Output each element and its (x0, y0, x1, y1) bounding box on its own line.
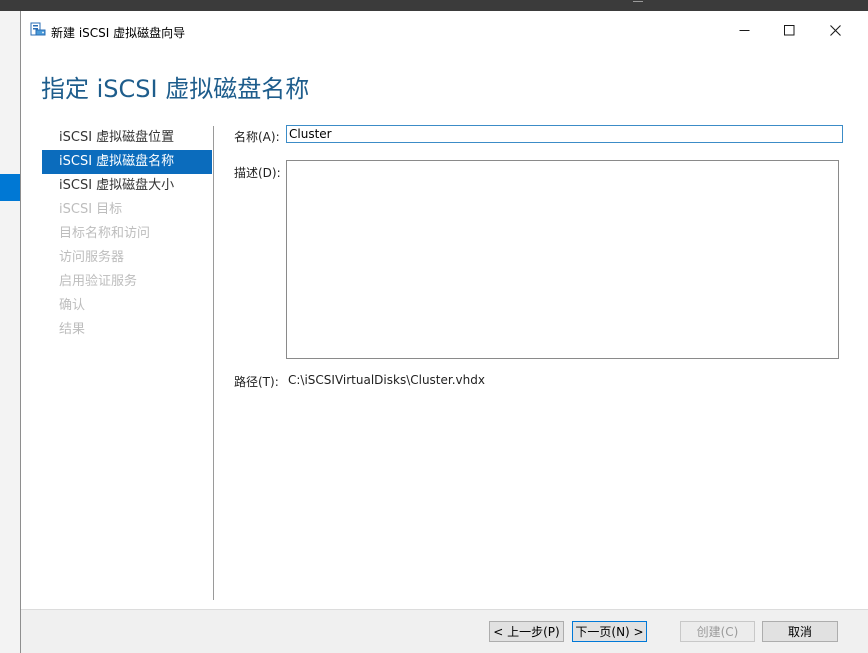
path-value: C:\iSCSIVirtualDisks\Cluster.vhdx (288, 373, 485, 387)
step-confirmation: 确认 (59, 298, 86, 313)
name-label: 名称(A): (234, 130, 280, 144)
wizard-app-icon (30, 22, 46, 36)
maximize-icon (783, 24, 795, 40)
step-target-name-access: 目标名称和访问 (59, 226, 151, 241)
background-strip-mark (633, 1, 643, 2)
cancel-button[interactable]: 取消 (762, 621, 838, 642)
background-selected-item (0, 174, 20, 201)
maximize-button[interactable] (766, 20, 812, 44)
page-title: 指定 iSCSI 虚拟磁盘名称 (41, 75, 310, 103)
path-label: 路径(T): (234, 375, 279, 389)
wizard-window: 新建 iSCSI 虚拟磁盘向导 指定 iSCSI 虚拟磁盘名称 iSCSI 虚拟… (20, 11, 868, 653)
step-enable-authentication: 启用验证服务 (59, 274, 138, 289)
step-iscsi-target: iSCSI 目标 (59, 202, 123, 217)
step-disk-size[interactable]: iSCSI 虚拟磁盘大小 (42, 174, 212, 198)
step-disk-name[interactable]: iSCSI 虚拟磁盘名称 (42, 150, 212, 174)
close-button[interactable] (812, 20, 858, 44)
background-taskbar-strip (0, 0, 868, 11)
previous-button[interactable]: < 上一步(P) (489, 621, 564, 642)
step-results: 结果 (59, 322, 86, 337)
step-access-servers: 访问服务器 (59, 250, 125, 265)
step-disk-location[interactable]: iSCSI 虚拟磁盘位置 (42, 126, 212, 150)
wizard-step-list: iSCSI 虚拟磁盘位置 iSCSI 虚拟磁盘名称 iSCSI 虚拟磁盘大小 i… (42, 126, 212, 342)
steps-divider (213, 126, 214, 600)
create-button: 创建(C) (680, 621, 755, 642)
name-input[interactable] (286, 125, 843, 143)
minimize-icon (739, 25, 750, 40)
description-label: 描述(D): (234, 166, 281, 180)
background-window-edge (0, 11, 20, 653)
title-bar[interactable]: 新建 iSCSI 虚拟磁盘向导 (21, 11, 868, 42)
window-title: 新建 iSCSI 虚拟磁盘向导 (51, 26, 186, 40)
description-input[interactable] (286, 160, 839, 359)
next-button[interactable]: 下一页(N) > (572, 621, 647, 642)
close-icon (829, 24, 841, 40)
button-bar: < 上一步(P) 下一页(N) > 创建(C) 取消 (21, 609, 868, 653)
minimize-button[interactable] (721, 20, 767, 44)
